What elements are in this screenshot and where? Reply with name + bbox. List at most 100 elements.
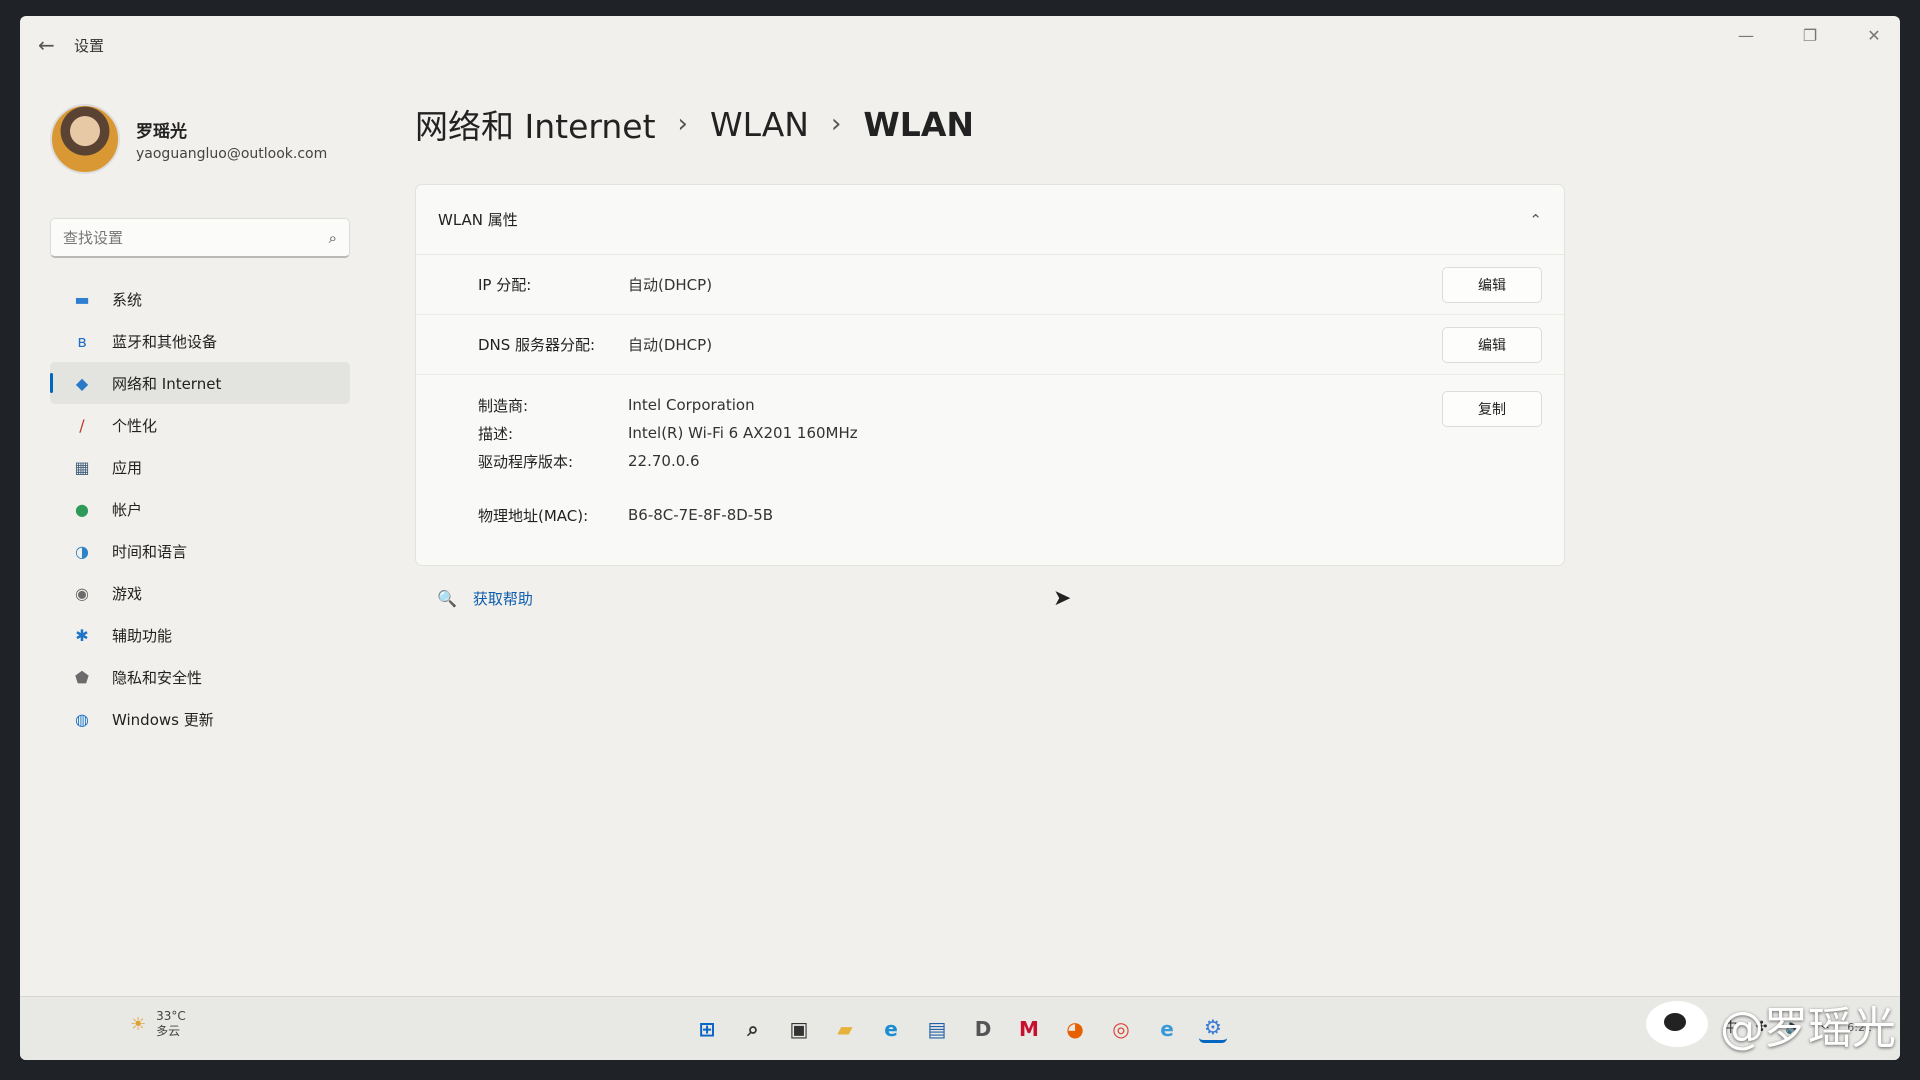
sidebar-item-1[interactable]: ʙ 蓝牙和其他设备: [50, 320, 350, 362]
search-icon[interactable]: ⌕: [739, 1015, 767, 1043]
weather-desc: 多云: [156, 1024, 181, 1038]
maximize-icon[interactable]: ❐: [1800, 26, 1820, 45]
wlan-properties-card: WLAN 属性 ⌃ IP 分配: 自动(DHCP) 编辑 DNS 服务器分配: …: [415, 184, 1565, 566]
page-title: WLAN: [863, 104, 974, 144]
sidebar-item-9[interactable]: ⬟ 隐私和安全性: [50, 656, 350, 698]
sidebar-item-3[interactable]: / 个性化: [50, 404, 350, 446]
card-title: WLAN 属性: [438, 211, 518, 229]
description-label: 描述:: [478, 424, 514, 443]
weibo-logo-icon: [1646, 1001, 1708, 1047]
manufacturer-row: 制造商: Intel Corporation: [478, 391, 1442, 419]
sidebar-item-6[interactable]: ◑ 时间和语言: [50, 530, 350, 572]
driver-value: 22.70.0.6: [628, 452, 700, 470]
sidebar: 罗瑶光 yaoguangluo@outlook.com 查找设置 ⌕ ▬ 系统 ʙ 蓝…: [50, 94, 390, 980]
sidebar-item-10[interactable]: ◍ Windows 更新: [50, 698, 350, 740]
nav-icon: ✱: [75, 625, 89, 645]
sidebar-item-label: 网络和 Internet: [112, 374, 222, 393]
sidebar-item-label: 时间和语言: [112, 542, 188, 561]
nav-icon: ▬: [74, 289, 90, 309]
breadcrumb-separator: ›: [830, 109, 842, 139]
minimize-icon[interactable]: —: [1736, 26, 1756, 45]
driver-row: 驱动程序版本: 22.70.0.6: [478, 447, 1442, 475]
title-bar: ← 设置 — ❐ ✕: [20, 16, 1900, 74]
taskbar-apps: ⊞ ⌕ ▣ ▰ e ▤ D M ◕ ◎ e ⚙: [693, 1015, 1227, 1043]
search-icon[interactable]: ⌕: [329, 229, 337, 247]
task-view-icon[interactable]: ▣: [785, 1015, 813, 1043]
card-header[interactable]: WLAN 属性 ⌃: [416, 185, 1564, 255]
watermark-text: @罗瑶光: [1720, 1003, 1896, 1054]
window-title: 设置: [74, 36, 105, 55]
search-placeholder: 查找设置: [63, 229, 124, 247]
chrome-icon[interactable]: ◎: [1107, 1015, 1135, 1043]
nav-icon: ◑: [75, 541, 89, 561]
description-value: Intel(R) Wi-Fi 6 AX201 160MHz: [628, 424, 858, 442]
sidebar-item-label: 隐私和安全性: [112, 668, 203, 687]
nav-icon: ◉: [75, 583, 89, 603]
dell-icon[interactable]: D: [969, 1015, 997, 1043]
nav-icon: /: [79, 415, 85, 435]
sidebar-item-5[interactable]: ● 帐户: [50, 488, 350, 530]
back-arrow-icon[interactable]: ←: [38, 33, 74, 57]
get-help-label[interactable]: 获取帮助: [473, 588, 533, 609]
dns-assignment-row: DNS 服务器分配: 自动(DHCP) 编辑: [416, 315, 1564, 375]
edit-dns-button[interactable]: 编辑: [1442, 326, 1542, 363]
sidebar-item-label: 游戏: [112, 584, 143, 603]
sidebar-item-8[interactable]: ✱ 辅助功能: [50, 614, 350, 656]
user-email: yaoguangluo@outlook.com: [136, 145, 328, 162]
search-input[interactable]: 查找设置 ⌕: [50, 218, 350, 258]
user-name: 罗瑶光: [136, 121, 187, 142]
store-icon[interactable]: ▤: [923, 1015, 951, 1043]
taskbar: ☀ 33°C 多云 ⊞⌕▣▰e▤DM◕◎e⚙ ^ ☁ 中 ✣ 🔈 ⌁ 6:22: [20, 996, 1900, 1060]
sidebar-item-label: 蓝牙和其他设备: [112, 332, 218, 351]
start-icon[interactable]: ⊞: [693, 1015, 721, 1043]
main-content: 网络和 Internet › WLAN › WLAN WLAN 属性 ⌃ IP …: [415, 94, 1575, 609]
edit-ip-button[interactable]: 编辑: [1442, 266, 1542, 303]
weather-temp: 33°C: [156, 1009, 186, 1023]
settings-icon[interactable]: ⚙: [1199, 1015, 1227, 1043]
chevron-up-icon[interactable]: ⌃: [1529, 211, 1542, 229]
window-controls: — ❐ ✕: [1736, 26, 1884, 45]
weibo-watermark: @罗瑶光: [1646, 992, 1896, 1056]
adapter-details: 制造商: Intel Corporation 描述: Intel(R) Wi-F…: [416, 375, 1564, 565]
close-icon[interactable]: ✕: [1864, 26, 1884, 45]
nav-list: ▬ 系统 ʙ 蓝牙和其他设备 ◆ 网络和 Internet / 个性化 ▦ 应用 ● 帐户 ◑ 时间和语言…: [50, 278, 390, 740]
breadcrumb-wlan[interactable]: WLAN: [710, 105, 809, 144]
get-help-link[interactable]: 🔍 获取帮助: [415, 588, 1575, 609]
manufacturer-value: Intel Corporation: [628, 396, 755, 414]
mac-label: 物理地址(MAC):: [478, 506, 589, 525]
sidebar-item-0[interactable]: ▬ 系统: [50, 278, 350, 320]
ip-label: IP 分配:: [478, 276, 532, 294]
firefox-icon[interactable]: ◕: [1061, 1015, 1089, 1043]
driver-label: 驱动程序版本:: [478, 452, 574, 471]
edge-icon[interactable]: e: [877, 1015, 905, 1043]
mac-value: B6-8C-7E-8F-8D-5B: [628, 506, 774, 524]
nav-icon: ◆: [75, 373, 89, 393]
sidebar-item-label: 辅助功能: [112, 626, 173, 645]
user-profile[interactable]: 罗瑶光 yaoguangluo@outlook.com: [50, 94, 390, 184]
sidebar-item-label: 应用: [112, 458, 143, 477]
nav-icon: ⬟: [75, 667, 89, 687]
sidebar-item-7[interactable]: ◉ 游戏: [50, 572, 350, 614]
dns-value: 自动(DHCP): [628, 336, 713, 354]
nav-icon: ◍: [75, 709, 89, 729]
file-explorer-icon[interactable]: ▰: [831, 1015, 859, 1043]
nav-icon: ●: [75, 499, 89, 519]
nav-icon: ʙ: [77, 331, 87, 351]
sidebar-item-4[interactable]: ▦ 应用: [50, 446, 350, 488]
breadcrumb-network[interactable]: 网络和 Internet: [415, 100, 656, 148]
nav-icon: ▦: [74, 457, 90, 477]
weather-widget[interactable]: ☀ 33°C 多云: [130, 1009, 186, 1039]
description-row: 描述: Intel(R) Wi-Fi 6 AX201 160MHz: [478, 419, 1442, 447]
sidebar-item-label: 个性化: [112, 416, 158, 435]
screen: ← 设置 — ❐ ✕ 罗瑶光 yaoguangluo@outlook.com 查…: [20, 16, 1900, 1060]
copy-button[interactable]: 复制: [1442, 391, 1542, 427]
dns-label: DNS 服务器分配:: [478, 336, 596, 354]
sidebar-item-label: 系统: [112, 290, 143, 309]
sidebar-item-2[interactable]: ◆ 网络和 Internet: [50, 362, 350, 404]
mouse-cursor-icon: ➤: [1053, 586, 1072, 611]
sidebar-item-label: Windows 更新: [112, 710, 214, 729]
ie-icon[interactable]: e: [1153, 1015, 1181, 1043]
breadcrumb-separator: ›: [677, 109, 688, 139]
mcafee-icon[interactable]: M: [1015, 1015, 1043, 1043]
mac-row: 物理地址(MAC): B6-8C-7E-8F-8D-5B: [478, 501, 1442, 529]
